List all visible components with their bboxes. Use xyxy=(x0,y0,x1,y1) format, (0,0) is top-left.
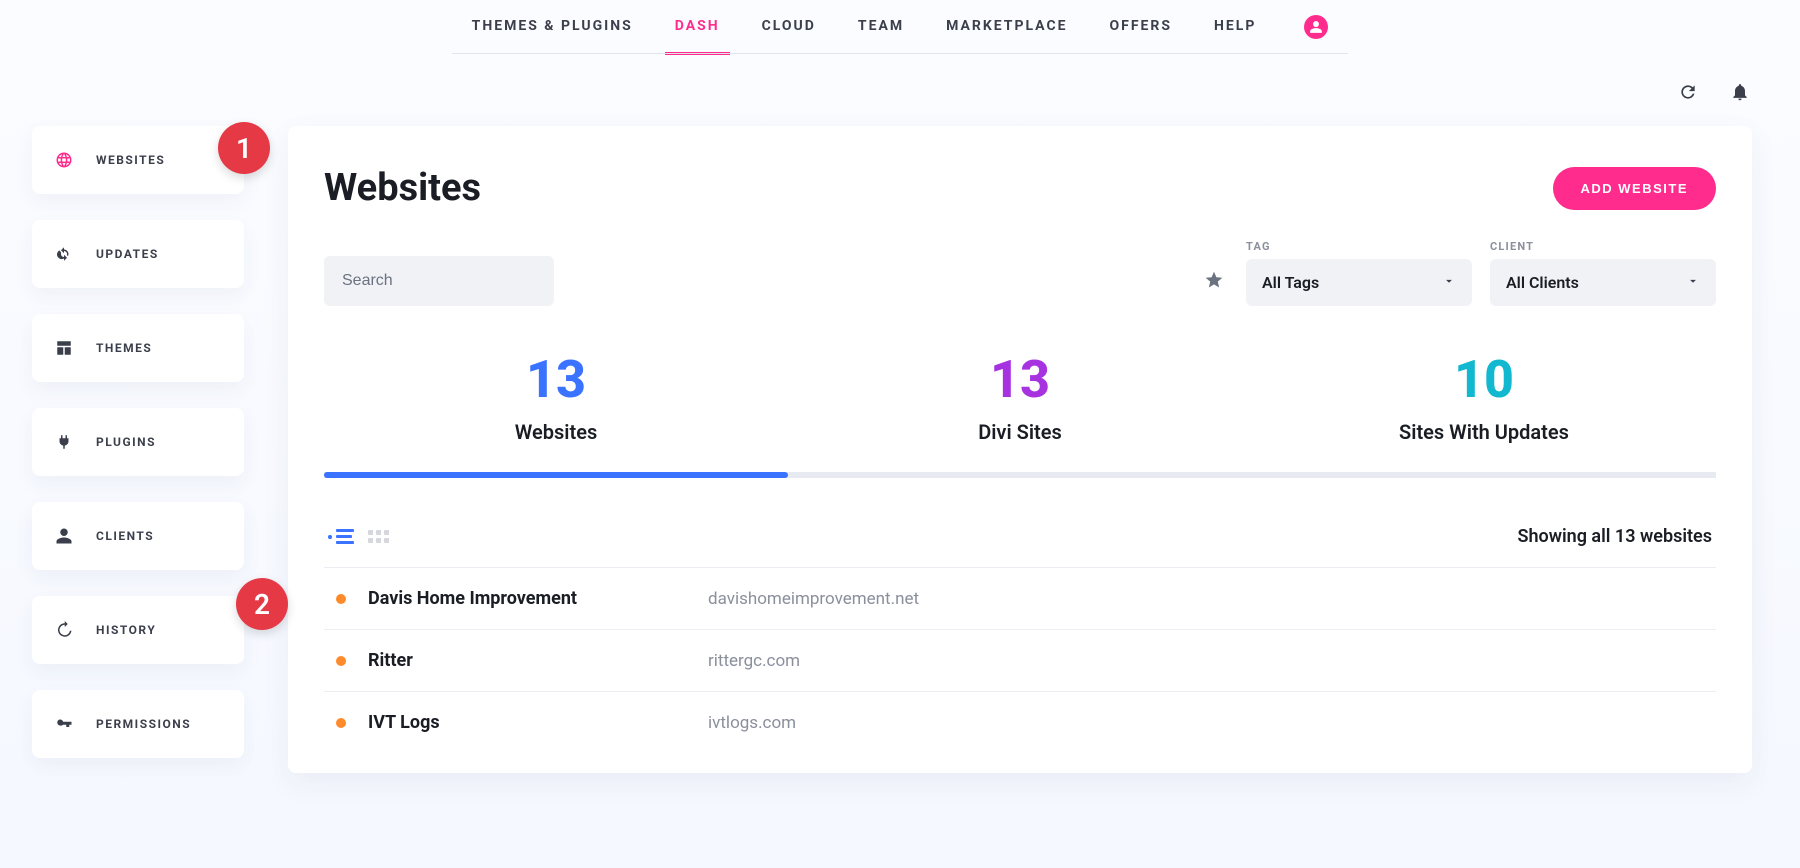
key-icon xyxy=(54,714,74,734)
sidebar-item-label: HISTORY xyxy=(96,623,156,637)
site-name: Davis Home Improvement xyxy=(368,588,708,609)
stat-value-divi: 13 xyxy=(788,354,1252,406)
site-domain: rittergc.com xyxy=(708,651,800,671)
chevron-down-icon xyxy=(1442,273,1456,292)
stats-tabs: 13 Websites 13 Divi Sites 10 Sites With … xyxy=(324,354,1716,478)
refresh-icon xyxy=(1678,82,1698,106)
table-row[interactable]: IVT Logs ivtlogs.com xyxy=(324,691,1716,753)
utility-row xyxy=(0,54,1800,106)
callout-badge-1: 1 xyxy=(218,122,270,174)
client-filter-label: CLIENT xyxy=(1490,240,1716,253)
account-menu[interactable] xyxy=(1304,15,1328,39)
callout-badge-2: 2 xyxy=(236,578,288,630)
site-domain: ivtlogs.com xyxy=(708,713,796,733)
plug-icon xyxy=(54,432,74,452)
topnav-underline xyxy=(452,53,1349,54)
star-icon xyxy=(1204,270,1224,294)
view-toggle xyxy=(328,528,390,546)
sync-icon xyxy=(54,244,74,264)
topnav-item-team[interactable]: TEAM xyxy=(858,0,904,54)
notifications-button[interactable] xyxy=(1728,82,1752,106)
sidebar-item-websites[interactable]: WEBSITES xyxy=(32,126,244,194)
refresh-button[interactable] xyxy=(1676,82,1700,106)
panel-main: Websites ADD WEBSITE TAG All Tags xyxy=(288,126,1752,773)
list-icon xyxy=(328,535,332,539)
page-title: Websites xyxy=(324,166,481,210)
tag-filter-select[interactable]: All Tags xyxy=(1246,259,1472,306)
history-icon xyxy=(54,620,74,640)
tag-filter-label: TAG xyxy=(1246,240,1472,253)
sidebar-item-label: WEBSITES xyxy=(96,153,165,167)
filter-row: TAG All Tags CLIENT All Clients xyxy=(324,240,1716,306)
tag-filter-group: TAG All Tags xyxy=(1246,240,1472,306)
view-list-button[interactable] xyxy=(328,528,352,546)
stat-value-websites: 13 xyxy=(324,354,788,406)
topnav-item-help[interactable]: HELP xyxy=(1214,0,1256,54)
client-filter-value: All Clients xyxy=(1506,273,1579,292)
status-dot-icon xyxy=(336,718,346,728)
bell-icon xyxy=(1730,82,1750,106)
sidebar: 1 WEBSITES UPDATES THEMES PLUGINS xyxy=(32,126,244,758)
user-icon xyxy=(1304,15,1328,39)
sidebar-item-permissions[interactable]: PERMISSIONS xyxy=(32,690,244,758)
stat-label-updates: Sites With Updates xyxy=(1252,420,1716,444)
topnav-item-themes-plugins[interactable]: THEMES & PLUGINS xyxy=(472,0,633,54)
table-row[interactable]: Davis Home Improvement davishomeimprovem… xyxy=(324,567,1716,629)
topnav-item-cloud[interactable]: CLOUD xyxy=(762,0,816,54)
list-header: Showing all 13 websites xyxy=(324,526,1716,547)
view-grid-button[interactable] xyxy=(366,528,390,546)
site-name: IVT Logs xyxy=(368,712,708,733)
sidebar-item-plugins[interactable]: PLUGINS xyxy=(32,408,244,476)
sidebar-item-label: UPDATES xyxy=(96,247,159,261)
tag-filter-value: All Tags xyxy=(1262,273,1319,292)
sidebar-item-label: PLUGINS xyxy=(96,435,156,449)
panel-header: Websites ADD WEBSITE xyxy=(324,166,1716,210)
stat-tab-websites[interactable]: 13 Websites xyxy=(324,354,788,472)
table-row[interactable]: Ritter rittergc.com xyxy=(324,629,1716,691)
topnav-item-dash[interactable]: DASH xyxy=(675,0,720,54)
sidebar-item-label: THEMES xyxy=(96,341,152,355)
site-domain: davishomeimprovement.net xyxy=(708,589,919,609)
stat-label-websites: Websites xyxy=(324,420,788,444)
sidebar-item-history[interactable]: HISTORY xyxy=(32,596,244,664)
sidebar-item-label: CLIENTS xyxy=(96,529,154,543)
sidebar-item-updates[interactable]: UPDATES xyxy=(32,220,244,288)
chevron-down-icon xyxy=(1686,273,1700,292)
stat-label-divi: Divi Sites xyxy=(788,420,1252,444)
topnav-item-marketplace[interactable]: MARKETPLACE xyxy=(946,0,1067,54)
favorites-filter-button[interactable] xyxy=(1200,268,1228,296)
person-icon xyxy=(54,526,74,546)
websites-table: Davis Home Improvement davishomeimprovem… xyxy=(324,567,1716,753)
layout-icon xyxy=(54,338,74,358)
list-count-text: Showing all 13 websites xyxy=(1517,526,1712,547)
client-filter-select[interactable]: All Clients xyxy=(1490,259,1716,306)
stats-active-indicator xyxy=(324,472,788,478)
sidebar-item-label: PERMISSIONS xyxy=(96,717,191,731)
client-filter-group: CLIENT All Clients xyxy=(1490,240,1716,306)
site-name: Ritter xyxy=(368,650,708,671)
stat-value-updates: 10 xyxy=(1252,354,1716,406)
status-dot-icon xyxy=(336,656,346,666)
sidebar-item-themes[interactable]: THEMES xyxy=(32,314,244,382)
topnav: THEMES & PLUGINS DASH CLOUD TEAM MARKETP… xyxy=(0,0,1800,54)
add-website-button[interactable]: ADD WEBSITE xyxy=(1553,167,1717,210)
stat-tab-divi[interactable]: 13 Divi Sites xyxy=(788,354,1252,472)
stat-tab-updates[interactable]: 10 Sites With Updates xyxy=(1252,354,1716,472)
search-input[interactable] xyxy=(324,256,554,306)
grid-icon xyxy=(368,530,389,543)
topnav-item-offers[interactable]: OFFERS xyxy=(1110,0,1172,54)
globe-icon xyxy=(54,150,74,170)
status-dot-icon xyxy=(336,594,346,604)
sidebar-item-clients[interactable]: CLIENTS xyxy=(32,502,244,570)
